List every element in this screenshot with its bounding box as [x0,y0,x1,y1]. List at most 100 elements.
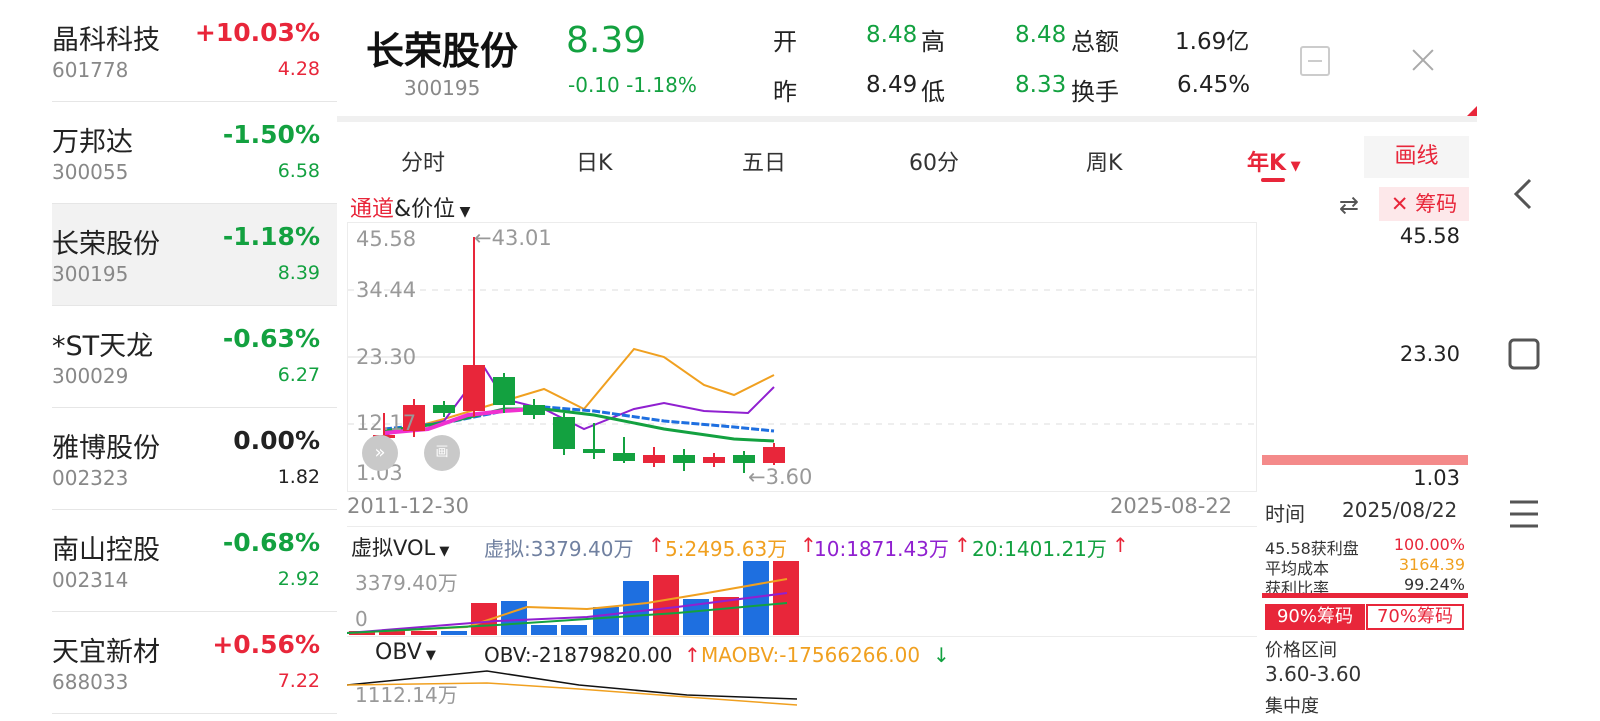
open-value: 8.48 [866,22,918,48]
stock-code: 688033 [52,670,129,694]
stock-code: 002314 [52,568,129,592]
watchlist-sidebar: 晶科科技 601778 +10.03% 4.28 万邦达 300055 -1.5… [0,0,337,720]
chips-70-button[interactable]: 70%筹码 [1366,604,1464,630]
stock-name: 万邦达 [52,127,133,158]
watchlist-item-active[interactable]: 长荣股份 300195 -1.18% 8.39 [52,204,337,306]
open-label: 开 [773,28,797,56]
candle-body [433,405,455,413]
draw-line-button[interactable]: 画线 [1364,136,1469,178]
low-marker-value: 3.60 [765,465,813,489]
price-range-label: 价格区间 [1265,640,1337,661]
stock-code: 300195 [404,76,481,100]
stock-name: 晶科科技 [52,25,160,56]
y-axis-label: 23.30 [356,345,417,369]
chip-distribution-panel: 45.58 23.30 1.03 时间 2025/08/22 45.58获利盘 … [1262,222,1468,720]
header-divider [337,116,1477,122]
tab-60min[interactable]: 60分 [909,145,959,177]
corner-marker [1467,106,1477,116]
low-label: 低 [921,78,945,106]
stock-change-pct: -0.68% [222,528,320,557]
stock-name: *ST天龙 [52,331,154,362]
obv-chart[interactable]: OBV ▼ OBV:-21879820.00 ↑ MAOBV:-17566266… [347,636,1257,720]
back-icon[interactable] [1506,176,1542,212]
volume-bar [623,581,649,635]
date-end: 2025-08-22 [1110,494,1233,518]
stock-price: 6.58 [277,160,320,182]
watchlist-item[interactable]: 晶科科技 601778 +10.03% 4.28 [52,0,337,102]
stock-name: 天宜新材 [52,637,160,668]
candle-body [493,377,515,405]
chips-close-button[interactable]: ✕ 筹码 [1379,187,1469,221]
stock-change-pct: 0.00% [233,426,320,455]
stock-name: 雅博股份 [52,433,160,464]
volume-bar [411,631,437,635]
active-tab-indicator [1261,178,1285,182]
tab-weekly-k[interactable]: 周K [1086,145,1122,177]
maobv-line [347,682,798,706]
date-start: 2011-12-30 [347,494,470,518]
stock-change-pct: -0.63% [222,324,320,353]
turnover-value: 6.45% [1177,72,1251,98]
stock-name: 南山控股 [52,535,160,566]
tab-yearly-k-label: 年K [1247,151,1287,176]
stock-price: 6.27 [277,364,320,386]
low-marker: ←3.60 [748,465,813,489]
time-label: 时间 [1265,502,1305,526]
volume-bar [531,625,557,635]
stock-price: 2.92 [277,568,320,590]
prev-close-label: 昨 [773,78,797,106]
kline-ma-lines [383,347,775,443]
profit-ratio-value: 99.24% [1403,575,1465,594]
watchlist-item[interactable]: *ST天龙 300029 -0.63% 6.27 [52,306,337,408]
tab-intraday[interactable]: 分时 [401,145,445,177]
watchlist-item[interactable]: 雅博股份 002323 0.00% 1.82 [52,408,337,510]
stock-code: 300055 [52,160,129,184]
kline-canvas [348,237,1256,473]
y-axis-label: 12.17 [356,411,417,435]
kline-chart[interactable]: 45.58 34.44 23.30 12.17 1.03 ←43.01 ←3.6… [347,222,1257,492]
system-nav-bar [1478,0,1600,720]
candle-body [583,449,605,453]
dropdown-arrow-icon: ▼ [455,204,471,220]
price-range-value: 3.60-3.60 [1265,662,1362,686]
obv-canvas [347,670,798,706]
close-icon[interactable] [1407,44,1439,76]
candle-body [523,405,545,415]
menu-icon[interactable] [1506,496,1542,532]
chips-label: 筹码 [1415,192,1458,216]
stock-price: 8.39 [277,262,320,284]
low-value: 8.33 [1015,72,1067,98]
stock-change-pct: +10.03% [194,18,320,47]
chip-price-top: 45.58 [1399,224,1460,248]
obv-line [347,670,798,700]
candle-body [463,365,485,411]
stock-code: 300029 [52,364,129,388]
stock-code: 601778 [52,58,129,82]
stock-price: 4.28 [277,58,320,80]
close-icon: ✕ [1390,192,1416,216]
watchlist-item[interactable]: 天宜新材 688033 +0.56% 7.22 [52,612,337,714]
page-title: 长荣股份 [366,29,519,73]
dropdown-arrow-icon: ▼ [1286,159,1301,174]
forward-icon[interactable]: » [362,435,398,471]
tab-yearly-k[interactable]: 年K ▼ [1247,145,1301,177]
swap-icon[interactable]: ⇄ [1339,191,1359,219]
home-icon[interactable] [1506,336,1542,372]
candle-body [643,455,665,463]
watchlist-item[interactable]: 万邦达 300055 -1.50% 6.58 [52,102,337,204]
stock-change-pct: +0.56% [212,630,320,659]
profit-bar [1262,593,1468,598]
stock-detail-panel: 长荣股份 300195 8.39 -0.10 -1.18% 开 8.48 高 8… [337,0,1477,720]
minimize-button[interactable] [1300,46,1330,76]
volume-bar [653,575,679,635]
volume-chart[interactable]: 虚拟VOL ▼ 虚拟:3379.40万 ↑ 5:2495.63万 ↑ 10:18… [347,526,1257,636]
tab-five-day[interactable]: 五日 [742,145,786,177]
draw-icon[interactable]: 画 [424,435,460,471]
tab-daily-k[interactable]: 日K [576,145,612,177]
chips-90-button[interactable]: 90%筹码 [1265,604,1365,630]
chip-price-mid: 23.30 [1399,342,1460,366]
volume-canvas [347,561,799,635]
stock-price: 1.82 [277,466,320,488]
indicator-selector[interactable]: 通道&价位 ▼ [350,191,470,223]
watchlist-item[interactable]: 南山控股 002314 -0.68% 2.92 [52,510,337,612]
